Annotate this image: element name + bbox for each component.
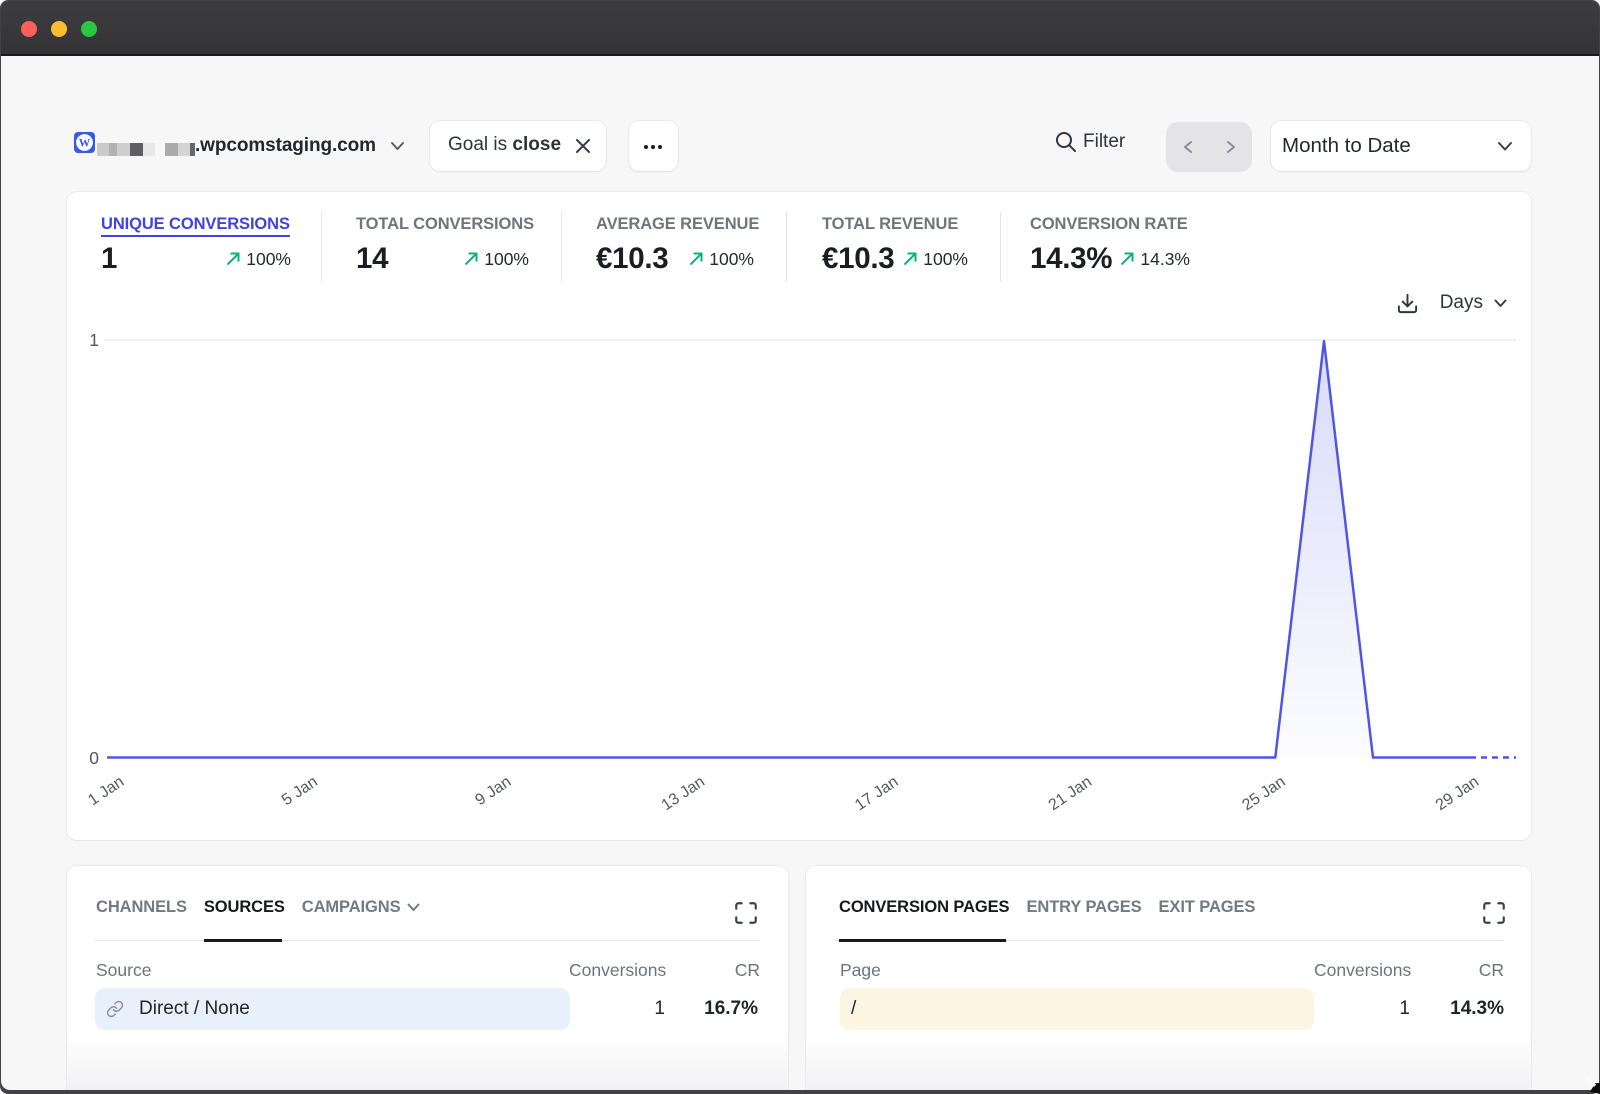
svg-text:29 Jan: 29 Jan — [1433, 773, 1482, 814]
svg-text:13 Jan: 13 Jan — [659, 773, 708, 814]
svg-text:17 Jan: 17 Jan — [852, 773, 901, 814]
svg-text:W: W — [79, 137, 91, 149]
svg-text:0: 0 — [89, 748, 99, 768]
svg-text:5 Jan: 5 Jan — [279, 773, 321, 809]
svg-text:21 Jan: 21 Jan — [1046, 773, 1095, 814]
svg-text:1: 1 — [89, 330, 99, 350]
svg-text:25 Jan: 25 Jan — [1239, 773, 1288, 814]
svg-text:9 Jan: 9 Jan — [472, 773, 514, 809]
svg-text:1 Jan: 1 Jan — [85, 773, 127, 809]
